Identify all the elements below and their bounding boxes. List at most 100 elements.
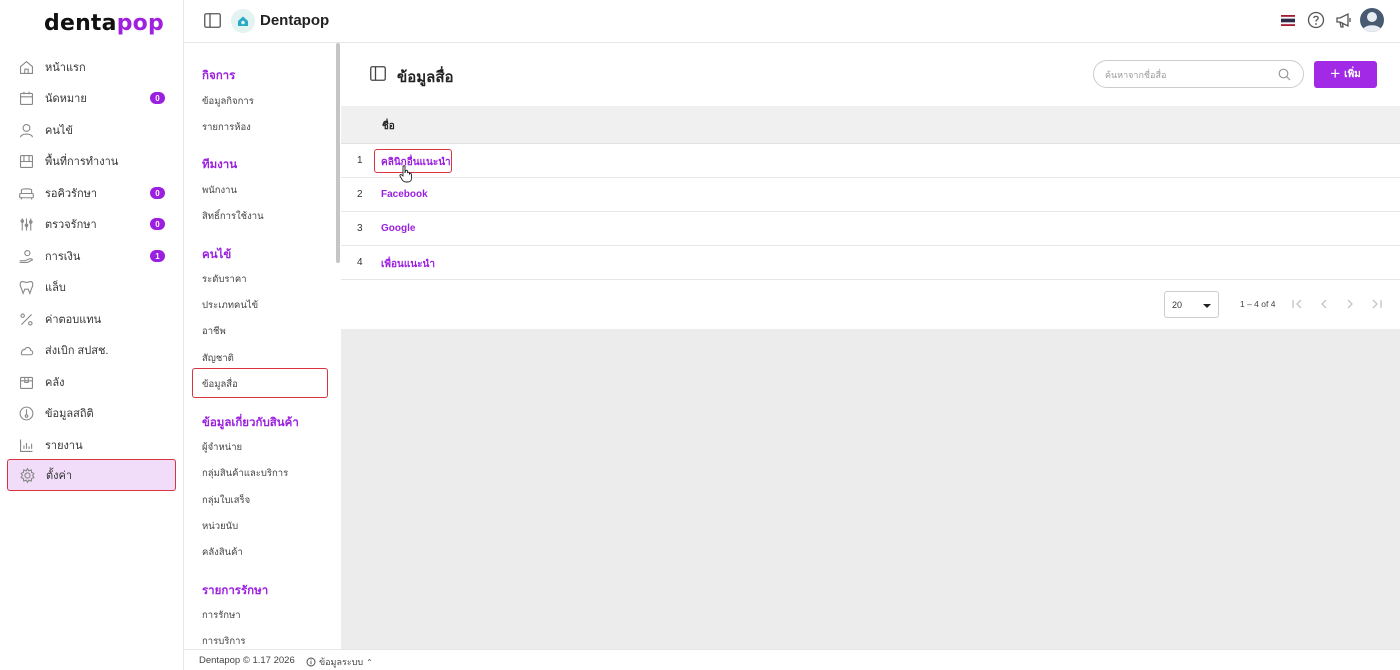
sidebar-item-label: พื้นที่การทำงาน	[45, 156, 119, 168]
search-box	[1093, 60, 1304, 88]
sidebar-item-label: คนไข้	[45, 125, 73, 137]
row-number: 4	[357, 257, 363, 268]
home-icon	[17, 58, 35, 76]
sidebar-item-finance[interactable]: การเงิน 1	[7, 240, 176, 272]
prev-page-icon[interactable]	[1317, 297, 1331, 311]
submenu-item-warehouses[interactable]: คลังสินค้า	[202, 545, 243, 560]
sidebar-item-nhso[interactable]: ส่งเบิก สปสช.	[7, 334, 176, 366]
sidebar-item-queue[interactable]: รอคิวรักษา 0	[7, 177, 176, 209]
sidebar: dentapop หน้าแรก นัดหมาย 0 คนไข้ พื้นที่…	[0, 0, 184, 670]
submenu-item-business-info[interactable]: ข้อมูลกิจการ	[202, 94, 254, 109]
table-row[interactable]: 1 คลินิกอื่นแนะนำ	[341, 144, 1400, 178]
submenu-heading-products: ข้อมูลเกี่ยวกับสินค้า	[202, 417, 299, 429]
caret-up-icon: ⌃	[366, 657, 373, 667]
dentapop-logo[interactable]: dentapop	[44, 11, 164, 36]
plus-icon: +	[1330, 64, 1341, 83]
sidebar-item-home[interactable]: หน้าแรก	[7, 51, 176, 83]
chart-icon	[17, 436, 35, 454]
sidebar-item-label: นัดหมาย	[45, 93, 87, 105]
count-badge: 0	[150, 92, 165, 104]
add-button-label: เพิ่ม	[1344, 69, 1361, 80]
workspace-icon	[17, 152, 35, 170]
sidebar-item-label: หน้าแรก	[45, 62, 86, 74]
submenu-item-permissions[interactable]: สิทธิ์การใช้งาน	[202, 209, 264, 224]
page-range-label: 1 – 4 of 4	[1240, 299, 1276, 309]
panel-icon	[370, 66, 386, 81]
page-title: ข้อมูลสื่อ	[397, 69, 454, 86]
table-row[interactable]: 2 Facebook	[341, 178, 1400, 212]
submenu-item-occupations[interactable]: อาชีพ	[202, 324, 226, 339]
system-info-link[interactable]: ข้อมูลระบบ ⌃	[306, 655, 373, 669]
sidebar-item-label: ตั้งค่า	[46, 470, 73, 482]
row-name-link[interactable]: เพื่อนแนะนำ	[381, 257, 435, 272]
sofa-icon	[17, 184, 35, 202]
row-name-link[interactable]: Facebook	[381, 189, 428, 200]
sidebar-item-patients[interactable]: คนไข้	[7, 114, 176, 146]
submenu-item-suppliers[interactable]: ผู้จำหน่าย	[202, 440, 242, 455]
sidebar-item-lab[interactable]: แล็บ	[7, 271, 176, 303]
footer: Dentapop © 1.17 2026 ข้อมูลระบบ ⌃	[184, 649, 1400, 670]
sidebar-item-label: รอคิวรักษา	[45, 188, 98, 200]
system-info-label: ข้อมูลระบบ	[319, 657, 364, 667]
avatar[interactable]	[1360, 8, 1384, 32]
tools-icon	[17, 215, 35, 233]
submenu-item-rooms[interactable]: รายการห้อง	[202, 120, 251, 135]
add-button[interactable]: + เพิ่ม	[1314, 61, 1377, 88]
sidebar-item-workspace[interactable]: พื้นที่การทำงาน	[7, 145, 176, 177]
submenu-item-price-levels[interactable]: ระดับราคา	[202, 272, 247, 287]
sidebar-item-label: ส่งเบิก สปสช.	[45, 345, 109, 357]
submenu-heading-business: กิจการ	[202, 70, 236, 82]
submenu-item-nationalities[interactable]: สัญชาติ	[202, 351, 234, 366]
page-size-select[interactable]: 20	[1164, 291, 1219, 318]
row-name-link[interactable]: Google	[381, 223, 415, 234]
search-icon[interactable]	[1278, 68, 1291, 81]
paginator: 20 1 – 4 of 4	[341, 273, 1400, 323]
sidebar-item-label: แล็บ	[45, 282, 66, 294]
announcement-icon[interactable]	[1335, 11, 1353, 29]
submenu-scrollbar[interactable]	[336, 43, 340, 263]
sidebar-item-statistics[interactable]: ข้อมูลสถิติ	[7, 397, 176, 429]
sidebar-item-appointments[interactable]: นัดหมาย 0	[7, 82, 176, 114]
sidebar-item-compensation[interactable]: ค่าตอบแทน	[7, 303, 176, 335]
row-number: 3	[357, 223, 363, 234]
app-title: Dentapop	[260, 12, 330, 29]
submenu-item-staff[interactable]: พนักงาน	[202, 183, 237, 198]
page-size-value: 20	[1172, 300, 1183, 310]
submenu-item-treatments[interactable]: การรักษา	[202, 608, 241, 623]
thermometer-icon	[17, 404, 35, 422]
sidebar-item-label: รายงาน	[45, 440, 83, 452]
row-number: 2	[357, 189, 363, 200]
tooth-icon	[17, 278, 35, 296]
thai-flag-icon[interactable]	[1281, 15, 1295, 26]
submenu-item-receipt-groups[interactable]: กลุ่มใบเสร็จ	[202, 493, 250, 508]
sidebar-item-reports[interactable]: รายงาน	[7, 429, 176, 461]
app-home-icon[interactable]	[231, 9, 255, 33]
footer-version: Dentapop © 1.17 2026	[199, 655, 295, 666]
top-bar: Dentapop	[184, 0, 1400, 43]
help-icon[interactable]	[1307, 11, 1325, 29]
submenu-item-patient-types[interactable]: ประเภทคนไข้	[202, 298, 258, 313]
submenu-item-media-info[interactable]: ข้อมูลสื่อ	[202, 377, 238, 392]
sidebar-item-label: ข้อมูลสถิติ	[45, 408, 94, 420]
first-page-icon[interactable]	[1290, 297, 1304, 311]
column-header-name[interactable]: ชื่อ	[382, 119, 395, 134]
money-hand-icon	[17, 247, 35, 265]
last-page-icon[interactable]	[1370, 297, 1384, 311]
table-row[interactable]: 3 Google	[341, 212, 1400, 246]
info-icon	[306, 657, 316, 667]
search-input[interactable]	[1105, 67, 1270, 82]
main-content: ข้อมูลสื่อ +เพิ่ม ชื่อ 1 คลินิกอื่นแนะนำ…	[341, 43, 1400, 649]
submenu-item-units[interactable]: หน่วยนับ	[202, 519, 238, 534]
calendar-icon	[17, 89, 35, 107]
sidebar-item-label: การเงิน	[45, 251, 81, 263]
sidebar-item-inventory[interactable]: คลัง	[7, 366, 176, 398]
sidebar-item-label: ตรวจรักษา	[45, 219, 97, 231]
next-page-icon[interactable]	[1343, 297, 1357, 311]
sidebar-toggle-icon[interactable]	[204, 13, 221, 28]
submenu-item-product-groups[interactable]: กลุ่มสินค้าและบริการ	[202, 466, 288, 481]
count-badge: 0	[150, 218, 165, 230]
sidebar-item-treatment[interactable]: ตรวจรักษา 0	[7, 208, 176, 240]
sidebar-item-settings[interactable]: ตั้งค่า	[7, 459, 176, 491]
user-icon	[17, 121, 35, 139]
submenu-item-services[interactable]: การบริการ	[202, 634, 246, 649]
